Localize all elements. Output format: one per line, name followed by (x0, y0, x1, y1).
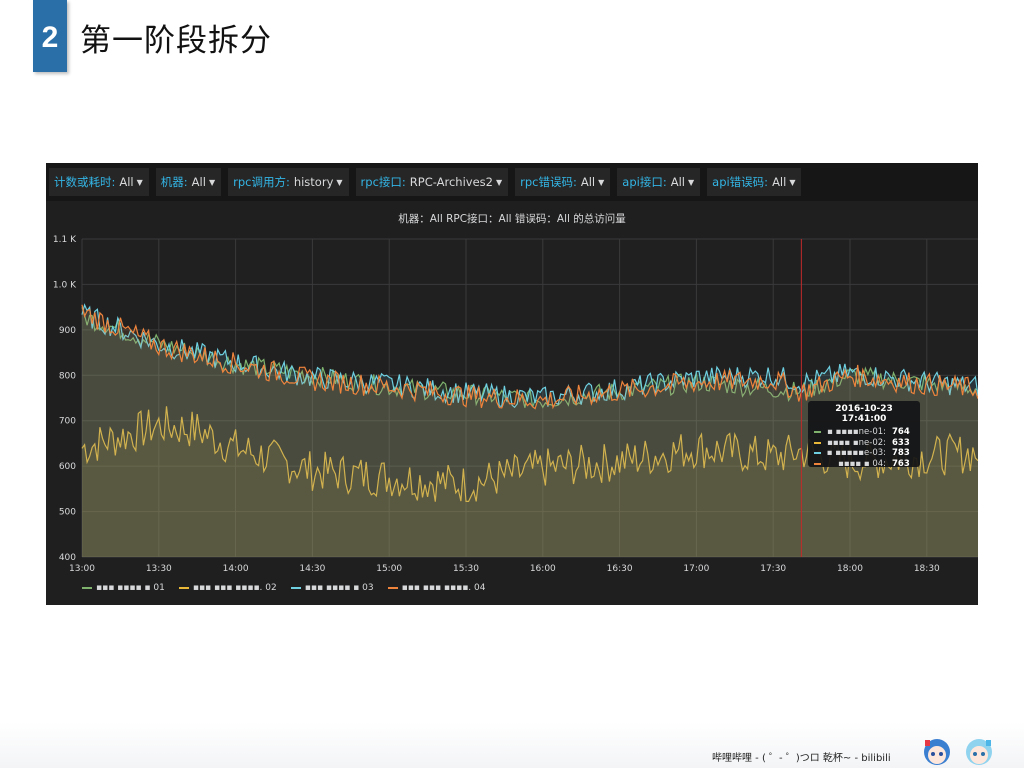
tooltip-swatch (814, 431, 821, 434)
slide-title: 第一阶段拆分 (80, 23, 272, 59)
x-tick-label: 14:30 (299, 564, 325, 574)
x-tick-label: 18:00 (837, 564, 863, 574)
x-tick-label: 17:00 (683, 564, 709, 574)
tooltip-row: ▪ ▪▪▪▪ne-01: 764 (814, 427, 914, 438)
legend-swatch (82, 587, 92, 589)
tooltip-series-name: ▪▪▪▪ ▪ 04: (838, 458, 886, 469)
legend-swatch (290, 587, 301, 589)
x-tick-label: 18:30 (914, 564, 940, 574)
y-tick-label: 1.0 K (53, 280, 77, 290)
tooltip-value: 783 (892, 448, 910, 459)
tooltip-swatch (814, 452, 821, 455)
x-tick-label: 16:00 (530, 564, 556, 574)
y-tick-label: 500 (59, 508, 76, 518)
tooltip-row: ▪▪▪▪ ▪ 04: 763 (814, 459, 914, 470)
slide-number-badge: 2 (33, 0, 67, 72)
x-tick-label: 15:30 (453, 564, 479, 574)
x-tick-label: 17:30 (760, 564, 786, 574)
legend-label: ▪▪▪ ▪▪▪ ▪▪▪▪. 04 (401, 583, 486, 593)
legend-item[interactable]: ▪▪▪ ▪▪▪ ▪▪▪▪. 02 (178, 583, 277, 593)
x-tick-label: 14:00 (223, 564, 249, 574)
tooltip-series-name: ▪▪▪▪ ▪ne-02: (827, 437, 886, 448)
footer-text: 哔哩哔哩 - ( ゜- ゜)つロ 乾杯~ - bilibili (712, 753, 891, 764)
dashboard-panel: 计数或耗时: All ▼ 机器: All ▼ rpc调用方: history ▼… (46, 163, 978, 605)
legend-item[interactable]: ▪▪▪ ▪▪▪▪ ▪ 01 (82, 583, 165, 593)
tooltip-row: ▪ ▪▪▪▪▪e-03: 783 (814, 448, 914, 459)
tooltip-value: 763 (892, 458, 910, 469)
hover-tooltip: 2016-10-23 17:41:00 ▪ ▪▪▪▪ne-01: 764 ▪▪▪… (808, 401, 920, 470)
time-series-chart[interactable]: 400 500 600 700 800 900 1.0 K 1.1 K 13:00 13:30 14… (46, 163, 978, 605)
legend-swatch (178, 587, 189, 589)
y-tick-label: 900 (59, 326, 76, 336)
y-tick-label: 1.1 K (53, 235, 77, 245)
y-tick-label: 700 (59, 417, 76, 427)
mascot-22-icon (924, 739, 950, 765)
y-tick-label: 800 (59, 371, 76, 381)
x-tick-label: 13:00 (69, 564, 95, 574)
legend-swatch (387, 587, 398, 589)
y-tick-label: 600 (59, 462, 76, 472)
tooltip-swatch (814, 441, 821, 444)
slide-number: 2 (41, 21, 59, 54)
y-tick-label: 400 (59, 553, 76, 563)
tooltip-series-name: ▪ ▪▪▪▪ne-01: (827, 427, 886, 438)
chart-legend: ▪▪▪ ▪▪▪▪ ▪ 01 ▪▪▪ ▪▪▪ ▪▪▪▪. 02 ▪▪▪ ▪▪▪▪ … (82, 583, 500, 593)
legend-label: ▪▪▪ ▪▪▪▪ ▪ 03 (304, 583, 374, 593)
tooltip-time: 2016-10-23 17:41:00 (835, 404, 893, 424)
tooltip-row: ▪▪▪▪ ▪ne-02: 633 (814, 438, 914, 449)
tooltip-value: 633 (892, 437, 910, 448)
mascot-33-icon (966, 739, 992, 765)
legend-item[interactable]: ▪▪▪ ▪▪▪ ▪▪▪▪. 04 (387, 583, 486, 593)
legend-item[interactable]: ▪▪▪ ▪▪▪▪ ▪ 03 (290, 583, 374, 593)
tooltip-value: 764 (892, 427, 910, 438)
legend-label: ▪▪▪ ▪▪▪▪ ▪ 01 (96, 583, 165, 593)
legend-label: ▪▪▪ ▪▪▪ ▪▪▪▪. 02 (192, 583, 277, 593)
x-tick-label: 13:30 (146, 564, 172, 574)
tooltip-swatch (814, 462, 821, 465)
x-tick-label: 16:30 (607, 564, 633, 574)
x-tick-label: 15:00 (376, 564, 402, 574)
tooltip-series-name: ▪ ▪▪▪▪▪e-03: (826, 448, 886, 459)
